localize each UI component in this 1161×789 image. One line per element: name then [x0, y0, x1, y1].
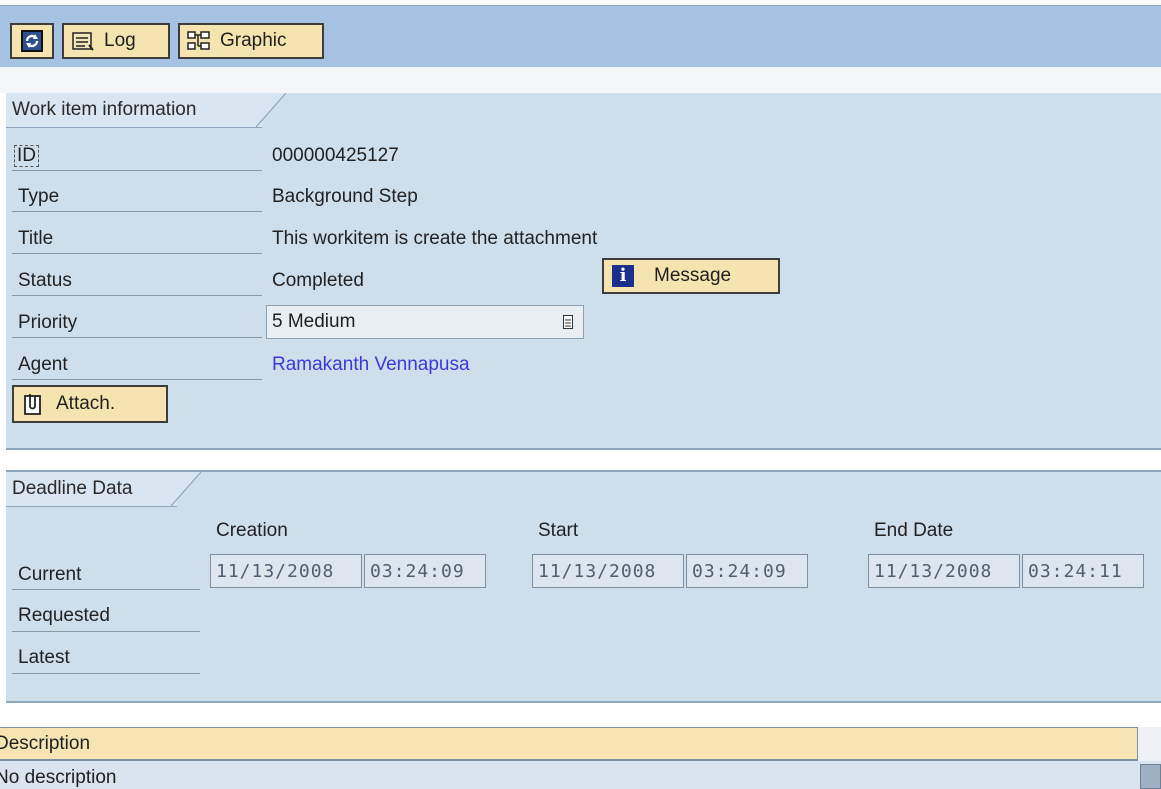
description-scrollbar[interactable]: [1140, 764, 1161, 789]
description-body: No description: [0, 761, 1161, 789]
current-start-date-field[interactable]: 11/13/2008: [532, 554, 684, 588]
log-label: Log: [104, 30, 136, 51]
deadline-tab-title: Deadline Data: [12, 478, 133, 499]
separator-band: [0, 67, 1161, 93]
tab-slant-decoration: [171, 472, 201, 506]
latest-underline: [12, 673, 200, 674]
log-button[interactable]: Log: [62, 23, 170, 59]
type-underline: [12, 211, 262, 212]
title-label: Title: [18, 228, 54, 249]
refresh-icon: [21, 30, 43, 52]
title-underline: [12, 253, 262, 254]
info-icon: i: [612, 265, 634, 287]
type-value: Background Step: [272, 186, 418, 207]
work-item-tab-title: Work item information: [12, 99, 197, 120]
description-header: Description: [0, 727, 1137, 761]
type-label: Type: [18, 186, 60, 207]
description-header-label: Description: [0, 732, 91, 754]
agent-underline: [12, 379, 262, 380]
agent-link[interactable]: Ramakanth Vennapusa: [272, 354, 470, 376]
graphic-tree-icon: [186, 30, 212, 52]
requested-row-label: Requested: [18, 605, 110, 626]
tab-slant-decoration: [256, 93, 286, 127]
graphic-label: Graphic: [220, 30, 287, 51]
current-end-date-field[interactable]: 11/13/2008: [868, 554, 1020, 588]
start-column-header: Start: [538, 520, 579, 541]
message-button[interactable]: i Message: [602, 258, 780, 294]
description-header-corner: [1137, 727, 1161, 761]
current-end-time-field[interactable]: 03:24:11: [1022, 554, 1144, 588]
current-underline: [12, 589, 200, 590]
application-toolbar: Log Graphic: [0, 5, 1161, 68]
paperclip-icon: [22, 392, 44, 416]
dropdown-list-icon[interactable]: [563, 315, 573, 329]
refresh-button[interactable]: [10, 23, 54, 59]
work-item-tab[interactable]: Work item information: [6, 93, 286, 128]
status-underline: [12, 295, 262, 296]
end-date-column-header: End Date: [874, 520, 954, 541]
priority-value: 5 Medium: [272, 311, 356, 332]
deadline-panel: Deadline Data Creation Start End Date Cu…: [6, 470, 1161, 703]
latest-row-label: Latest: [18, 647, 70, 668]
attach-label: Attach.: [56, 393, 116, 414]
priority-underline: [12, 337, 262, 338]
graphic-button[interactable]: Graphic: [178, 23, 324, 59]
current-start-time-field[interactable]: 03:24:09: [686, 554, 808, 588]
status-label: Status: [18, 270, 72, 291]
current-row-label: Current: [18, 564, 82, 585]
current-creation-date-field[interactable]: 11/13/2008: [210, 554, 362, 588]
id-underline: [12, 170, 262, 171]
deadline-tab[interactable]: Deadline Data: [6, 472, 201, 507]
message-label: Message: [654, 265, 732, 286]
priority-dropdown[interactable]: 5 Medium: [266, 305, 584, 339]
log-scroll-icon: [70, 30, 96, 52]
id-value: 000000425127: [272, 145, 399, 166]
requested-underline: [12, 631, 200, 632]
priority-label: Priority: [18, 312, 78, 333]
creation-column-header: Creation: [216, 520, 288, 541]
attach-button[interactable]: Attach.: [12, 385, 168, 423]
agent-label: Agent: [18, 354, 68, 375]
title-value: This workitem is create the attachment: [272, 228, 598, 249]
id-label: ID: [14, 145, 39, 167]
work-item-panel: Work item information ID 000000425127 Ty…: [6, 93, 1161, 450]
current-creation-time-field[interactable]: 03:24:09: [364, 554, 486, 588]
status-value: Completed: [272, 270, 364, 291]
description-text: No description: [0, 767, 117, 788]
